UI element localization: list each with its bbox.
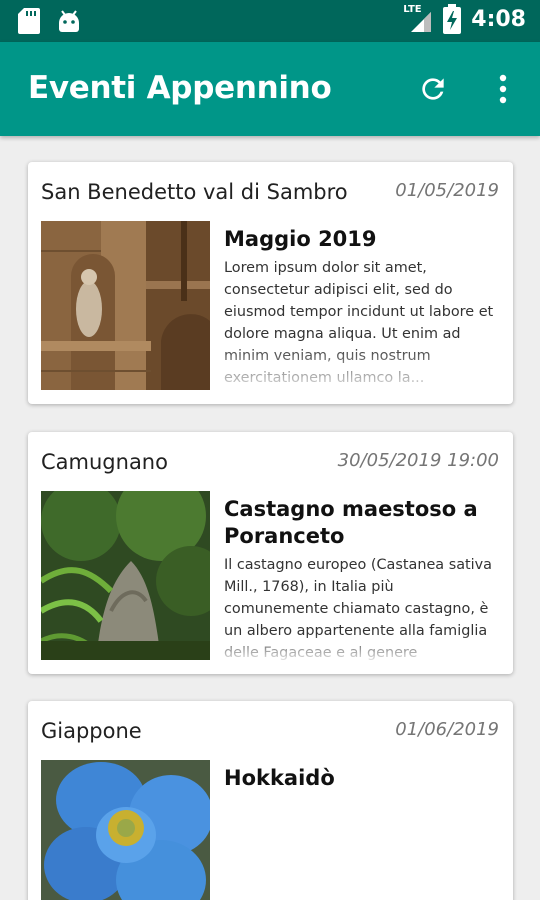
signal-icon: LTE	[403, 4, 433, 34]
event-date: 01/05/2019	[395, 180, 499, 201]
android-icon	[59, 10, 79, 32]
event-card[interactable]: San Benedetto val di Sambro 01/05/2019 M…	[28, 162, 513, 404]
refresh-icon	[422, 78, 444, 100]
event-location: San Benedetto val di Sambro	[41, 180, 348, 204]
status-right-icons: LTE 4:08	[403, 4, 526, 34]
event-description-text: Il castagno europeo (Castanea sativa Mil…	[224, 557, 492, 660]
status-bar: LTE 4:08	[0, 0, 540, 42]
event-date: 01/06/2019	[395, 719, 499, 740]
refresh-button[interactable]	[412, 68, 454, 110]
event-title: Hokkaidò	[224, 766, 335, 790]
church-facade-image	[41, 221, 210, 390]
event-description: Il castagno europeo (Castanea sativa Mil…	[224, 554, 500, 660]
battery-charging-icon	[443, 4, 462, 34]
event-location: Camugnano	[41, 450, 168, 474]
event-description-text: Lorem ipsum dolor sit amet, consectetur …	[224, 260, 494, 386]
status-time: 4:08	[471, 6, 526, 32]
app-bar: Eventi Appennino	[0, 42, 540, 136]
event-title: Castagno maestoso a Poranceto	[224, 497, 478, 548]
event-description: Lorem ipsum dolor sit amet, consectetur …	[224, 257, 500, 389]
event-date: 30/05/2019 19:00	[337, 450, 499, 471]
status-left-icons	[18, 8, 82, 34]
more-options-button[interactable]	[482, 68, 524, 110]
app-title: Eventi Appennino	[28, 70, 332, 106]
sd-card-icon	[18, 8, 40, 34]
blue-flower-image	[41, 760, 210, 900]
chestnut-tree-image	[41, 491, 210, 660]
event-card[interactable]: Camugnano 30/05/2019 19:00 Castagno maes…	[28, 432, 513, 674]
event-card[interactable]: Giappone 01/06/2019 Hokkaidò	[28, 701, 513, 900]
event-location: Giappone	[41, 719, 142, 743]
more-vert-icon	[499, 74, 507, 104]
event-list[interactable]: San Benedetto val di Sambro 01/05/2019 M…	[0, 136, 540, 900]
event-title: Maggio 2019	[224, 227, 377, 251]
